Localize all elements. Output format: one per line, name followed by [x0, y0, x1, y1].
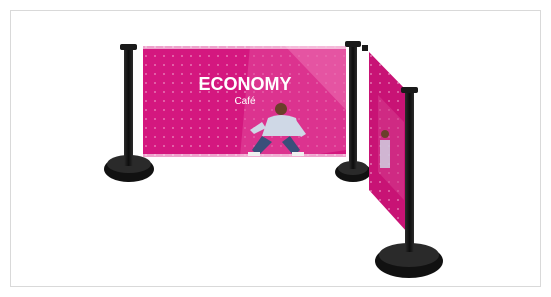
cafe-barrier-image: ECONOMY Café [104, 41, 443, 278]
side-banner [369, 52, 407, 232]
banner-sub-text: Café [234, 96, 256, 107]
front-banner: ECONOMY Café [143, 46, 346, 157]
banner-brand-text: ECONOMY [198, 74, 291, 94]
